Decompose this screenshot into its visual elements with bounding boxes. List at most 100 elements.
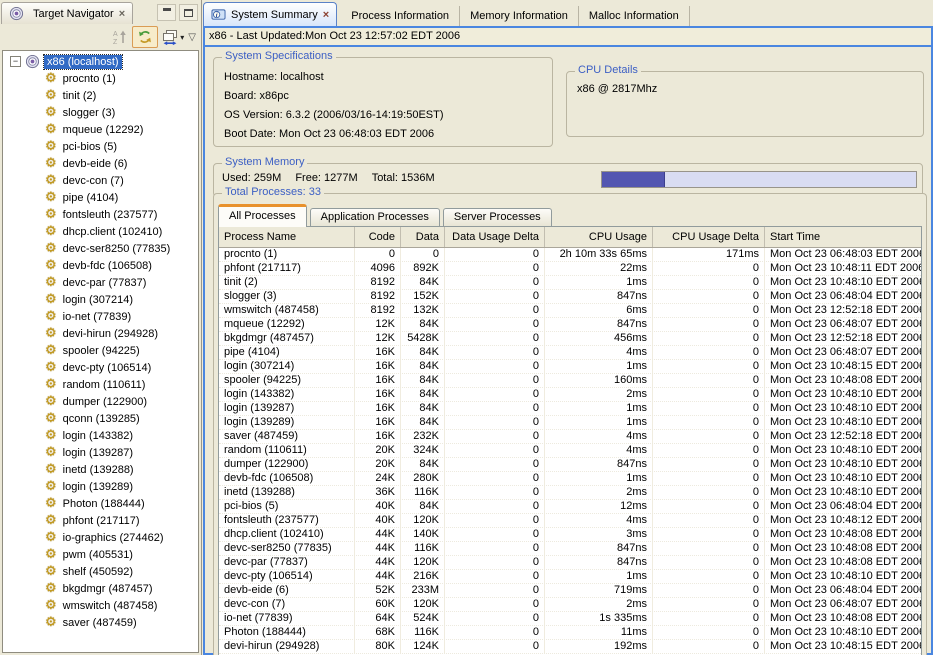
table-cell: 0	[653, 570, 765, 583]
maximize-button[interactable]	[179, 4, 198, 21]
tree-item[interactable]: ⚙shelf (450592)	[3, 563, 198, 580]
table-cell: Mon Oct 23 10:48:08 EDT 2006	[765, 542, 921, 555]
table-row[interactable]: login (143382)16K84K02ms0Mon Oct 23 10:4…	[219, 388, 921, 402]
tab-application-processes[interactable]: Application Processes	[310, 208, 440, 226]
collapse-expander-icon[interactable]: −	[10, 56, 21, 67]
tree-item[interactable]: ⚙fontsleuth (237577)	[3, 206, 198, 223]
tree-item[interactable]: ⚙bkgdmgr (487457)	[3, 580, 198, 597]
tree-item[interactable]: ⚙io-graphics (274462)	[3, 529, 198, 546]
tab-process-information[interactable]: Process Information	[341, 6, 460, 26]
tree-item[interactable]: ⚙pwm (405531)	[3, 546, 198, 563]
table-row[interactable]: devi-hirun (294928)80K124K0192ms0Mon Oct…	[219, 640, 921, 654]
table-row[interactable]: Photon (188444)68K116K011ms0Mon Oct 23 1…	[219, 626, 921, 640]
tree-item[interactable]: ⚙login (307214)	[3, 291, 198, 308]
tab-close-icon[interactable]: ×	[323, 9, 329, 21]
tab-server-processes[interactable]: Server Processes	[443, 208, 552, 226]
table-cell: 0	[653, 458, 765, 471]
close-icon[interactable]: ×	[119, 8, 125, 20]
table-row[interactable]: devc-con (7)60K120K02ms0Mon Oct 23 06:48…	[219, 598, 921, 612]
tab-all-processes[interactable]: All Processes	[218, 204, 307, 227]
tree-item[interactable]: ⚙login (143382)	[3, 427, 198, 444]
tree-item[interactable]: ⚙saver (487459)	[3, 614, 198, 631]
column-header[interactable]: CPU Usage Delta	[653, 227, 765, 247]
tree-item[interactable]: ⚙inetd (139288)	[3, 461, 198, 478]
refresh-button[interactable]	[132, 26, 158, 48]
table-row[interactable]: dhcp.client (102410)44K140K03ms0Mon Oct …	[219, 528, 921, 542]
table-row[interactable]: devc-ser8250 (77835)44K116K0847ns0Mon Oc…	[219, 542, 921, 556]
reconnect-button[interactable]: ▾	[162, 27, 184, 47]
tree-item[interactable]: ⚙dumper (122900)	[3, 393, 198, 410]
column-header[interactable]: Code	[355, 227, 401, 247]
tree-item[interactable]: ⚙devc-par (77837)	[3, 274, 198, 291]
table-cell: 0	[445, 472, 545, 485]
tree-item[interactable]: ⚙login (139287)	[3, 444, 198, 461]
table-cell: 8192	[355, 304, 401, 317]
table-row[interactable]: login (307214)16K84K01ms0Mon Oct 23 10:4…	[219, 360, 921, 374]
table-row[interactable]: mqueue (12292)12K84K0847ns0Mon Oct 23 06…	[219, 318, 921, 332]
table-row[interactable]: devb-fdc (106508)24K280K01ms0Mon Oct 23 …	[219, 472, 921, 486]
tree-item[interactable]: ⚙io-net (77839)	[3, 308, 198, 325]
table-cell: procnto (1)	[219, 248, 355, 261]
table-row[interactable]: dumper (122900)20K84K0847ns0Mon Oct 23 1…	[219, 458, 921, 472]
tree-item[interactable]: ⚙mqueue (12292)	[3, 121, 198, 138]
table-row[interactable]: slogger (3)8192152K0847ns0Mon Oct 23 06:…	[219, 290, 921, 304]
table-row[interactable]: wmswitch (487458)8192132K06ms0Mon Oct 23…	[219, 304, 921, 318]
column-header[interactable]: CPU Usage	[545, 227, 653, 247]
table-row[interactable]: inetd (139288)36K116K02ms0Mon Oct 23 10:…	[219, 486, 921, 500]
column-header[interactable]: Data Usage Delta	[445, 227, 545, 247]
tree-item[interactable]: ⚙random (110611)	[3, 376, 198, 393]
tree-item[interactable]: ⚙procnto (1)	[3, 70, 198, 87]
target-navigator-tab[interactable]: Target Navigator ×	[1, 2, 133, 24]
gear-icon: ⚙	[45, 445, 57, 460]
table-row[interactable]: login (139289)16K84K01ms0Mon Oct 23 10:4…	[219, 416, 921, 430]
tree-item[interactable]: ⚙spooler (94225)	[3, 342, 198, 359]
column-header[interactable]: Start Time	[765, 227, 921, 247]
table-row[interactable]: procnto (1)0002h 10m 33s 65ms171msMon Oc…	[219, 248, 921, 262]
table-row[interactable]: bkgdmgr (487457)12K5428K0456ms0Mon Oct 2…	[219, 332, 921, 346]
tab-memory-information[interactable]: Memory Information	[460, 6, 579, 26]
tab-system-summary[interactable]: i System Summary ×	[203, 2, 337, 26]
chevron-down-icon[interactable]: ▾	[180, 33, 184, 42]
tree-item[interactable]: ⚙devi-hirun (294928)	[3, 325, 198, 342]
tree-item[interactable]: ⚙devc-pty (106514)	[3, 359, 198, 376]
sort-button[interactable]: AZ	[112, 27, 128, 47]
system-summary-editor: x86 - Last Updated:Mon Oct 23 12:57:02 E…	[203, 28, 933, 655]
table-row[interactable]: pipe (4104)16K84K04ms0Mon Oct 23 06:48:0…	[219, 346, 921, 360]
tree-item[interactable]: ⚙qconn (139285)	[3, 410, 198, 427]
table-row[interactable]: phfont (217117)4096892K022ms0Mon Oct 23 …	[219, 262, 921, 276]
view-menu-button[interactable]: ▽	[188, 27, 196, 47]
table-row[interactable]: devb-eide (6)52K233M0719ms0Mon Oct 23 06…	[219, 584, 921, 598]
gear-icon: ⚙	[45, 173, 57, 188]
column-header[interactable]: Data	[401, 227, 445, 247]
tab-malloc-information[interactable]: Malloc Information	[579, 6, 690, 26]
tree-item[interactable]: ⚙devb-eide (6)	[3, 155, 198, 172]
table-row[interactable]: tinit (2)819284K01ms0Mon Oct 23 10:48:10…	[219, 276, 921, 290]
table-row[interactable]: spooler (94225)16K84K0160ms0Mon Oct 23 1…	[219, 374, 921, 388]
tree-item[interactable]: ⚙phfont (217117)	[3, 512, 198, 529]
table-row[interactable]: random (110611)20K324K04ms0Mon Oct 23 10…	[219, 444, 921, 458]
tree-item[interactable]: ⚙devc-con (7)	[3, 172, 198, 189]
table-row[interactable]: devc-pty (106514)44K216K01ms0Mon Oct 23 …	[219, 570, 921, 584]
table-row[interactable]: pci-bios (5)40K84K012ms0Mon Oct 23 06:48…	[219, 500, 921, 514]
table-cell: 60K	[355, 598, 401, 611]
table-row[interactable]: saver (487459)16K232K04ms0Mon Oct 23 12:…	[219, 430, 921, 444]
column-header[interactable]: Process Name	[219, 227, 355, 247]
tab-label: Malloc Information	[589, 10, 679, 22]
table-row[interactable]: fontsleuth (237577)40K120K04ms0Mon Oct 2…	[219, 514, 921, 528]
tree-item[interactable]: ⚙devc-ser8250 (77835)	[3, 240, 198, 257]
minimize-button[interactable]	[157, 4, 176, 21]
tree-item[interactable]: ⚙login (139289)	[3, 478, 198, 495]
tree-item[interactable]: ⚙slogger (3)	[3, 104, 198, 121]
tree-item[interactable]: ⚙pipe (4104)	[3, 189, 198, 206]
tree-item[interactable]: ⚙Photon (188444)	[3, 495, 198, 512]
table-row[interactable]: devc-par (77837)44K120K0847ns0Mon Oct 23…	[219, 556, 921, 570]
tree-item[interactable]: ⚙devb-fdc (106508)	[3, 257, 198, 274]
tree-root-item[interactable]: − x86 (localhost)	[3, 53, 198, 70]
tree-item[interactable]: ⚙pci-bios (5)	[3, 138, 198, 155]
tree-item[interactable]: ⚙dhcp.client (102410)	[3, 223, 198, 240]
table-row[interactable]: io-net (77839)64K524K01s 335ms0Mon Oct 2…	[219, 612, 921, 626]
table-row[interactable]: login (139287)16K84K01ms0Mon Oct 23 10:4…	[219, 402, 921, 416]
gear-icon: ⚙	[45, 598, 57, 613]
tree-item[interactable]: ⚙tinit (2)	[3, 87, 198, 104]
tree-item[interactable]: ⚙wmswitch (487458)	[3, 597, 198, 614]
